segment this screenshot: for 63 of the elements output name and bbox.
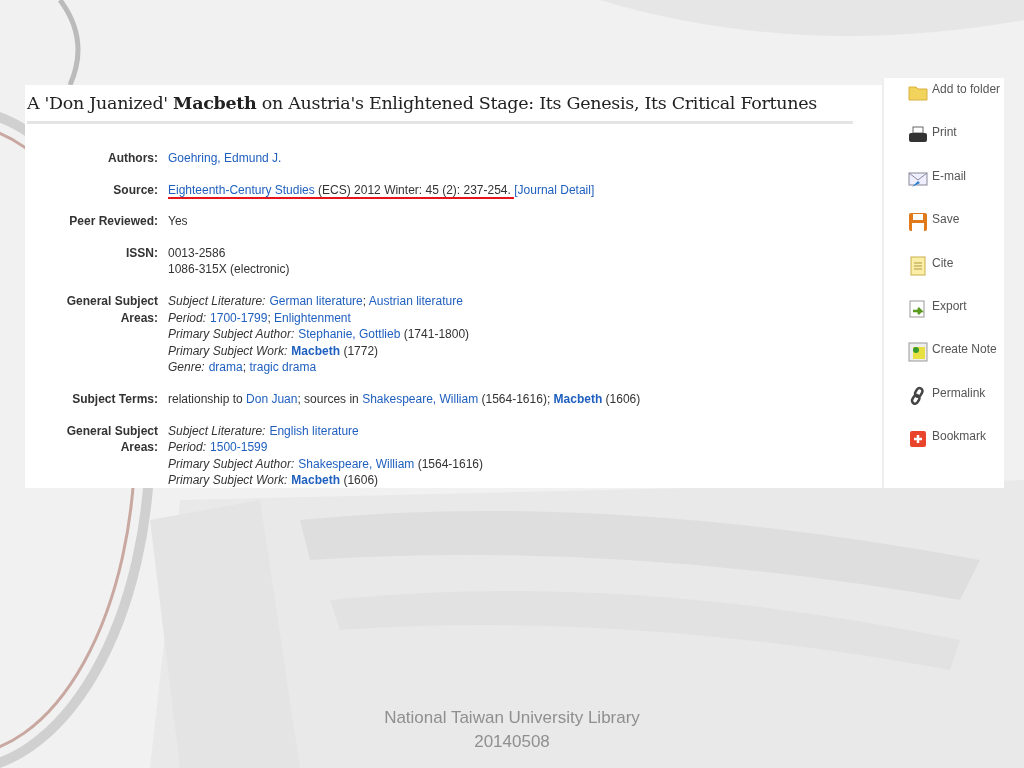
field-label: Peer Reviewed: bbox=[68, 213, 158, 230]
link[interactable]: [Journal Detail] bbox=[514, 182, 595, 197]
link[interactable]: Eighteenth-Century Studies bbox=[168, 182, 315, 197]
subfield-label: Primary Subject Author: bbox=[168, 327, 295, 342]
field-value-text: Yes bbox=[168, 214, 188, 229]
field-value-text: ; bbox=[242, 360, 248, 375]
field-value-text: ; sources in bbox=[297, 391, 360, 406]
link[interactable]: Macbeth bbox=[553, 391, 603, 406]
subfield-label: Subject Literature: bbox=[168, 423, 266, 438]
note-icon bbox=[908, 342, 928, 363]
article-title: A 'Don Juanized' Macbeth on Austria's Enlightened Stage: Its Genesis, Its Critical Fortunes bbox=[27, 93, 853, 124]
field-value-text: (1564-1616) bbox=[416, 456, 484, 471]
tool-link[interactable]: E-mail bbox=[908, 168, 1004, 195]
tool-link[interactable]: Print bbox=[908, 125, 1004, 151]
link[interactable]: Goehring, Edmund J. bbox=[168, 151, 282, 165]
export-icon bbox=[908, 298, 928, 319]
field-value-text: ; bbox=[267, 310, 272, 325]
tool-link[interactable]: Add to folder bbox=[908, 82, 1004, 108]
footer-text: 20140508 bbox=[474, 731, 550, 753]
field-value-text: (1772) bbox=[342, 343, 379, 358]
tool-link[interactable]: Cite bbox=[908, 255, 1004, 281]
footer-text: National Taiwan University Library bbox=[384, 707, 640, 729]
tool-link[interactable]: Export bbox=[908, 298, 1004, 325]
field-value-text: relationship to bbox=[168, 391, 244, 406]
link[interactable]: 1500-1599 bbox=[210, 440, 268, 455]
field-value-text: 0013-2586 bbox=[168, 245, 226, 260]
field-value-text: ; bbox=[362, 293, 368, 308]
link[interactable]: Austrian literature bbox=[368, 293, 463, 308]
field-value-text: (1741-1800) bbox=[402, 327, 470, 342]
link[interactable]: German literature bbox=[269, 293, 363, 308]
field-label: Source: bbox=[112, 181, 158, 199]
link[interactable]: Shakespeare, William bbox=[362, 391, 479, 406]
tool-link[interactable]: Save bbox=[908, 212, 1004, 238]
subfield-label: Primary Subject Author: bbox=[168, 456, 295, 471]
field-value-text: (1606) bbox=[342, 473, 379, 488]
field-value-text: 1086-315X (electronic) bbox=[168, 262, 290, 277]
field-label: General Subject Areas: bbox=[65, 292, 158, 327]
field-value-text: (ECS) 2012 Winter: 45 (2): 237-254. bbox=[317, 182, 512, 197]
link[interactable]: Enlightenment bbox=[274, 310, 351, 325]
field-label: Authors: bbox=[107, 150, 158, 167]
subfield-label: Genre: bbox=[168, 360, 205, 375]
link[interactable]: tragic drama bbox=[249, 360, 317, 375]
subfield-label: Subject Literature: bbox=[168, 293, 266, 308]
subfield-label: Primary Subject Work: bbox=[168, 343, 288, 358]
link[interactable]: Macbeth bbox=[291, 343, 341, 358]
subfield-label: Period: bbox=[168, 310, 207, 325]
link[interactable]: Stephanie, Gottlieb bbox=[298, 327, 401, 342]
field-value-text: (1606) bbox=[604, 391, 641, 406]
link[interactable]: Shakespeare, William bbox=[298, 456, 415, 471]
field-label: ISSN: bbox=[125, 244, 158, 262]
link[interactable]: English literature bbox=[269, 423, 359, 438]
field-label: General Subject Areas: bbox=[65, 422, 158, 457]
document-icon bbox=[908, 255, 928, 276]
link[interactable]: Macbeth bbox=[291, 473, 341, 488]
field-value-text: (1564-1616); bbox=[480, 391, 552, 406]
link[interactable]: drama bbox=[208, 360, 243, 375]
tool-link[interactable]: Permalink bbox=[908, 385, 1004, 412]
tool-link[interactable]: Bookmark bbox=[908, 429, 1004, 455]
subfield-label: Period: bbox=[168, 440, 207, 455]
subfield-label: Primary Subject Work: bbox=[168, 473, 288, 488]
field-label: Subject Terms: bbox=[71, 390, 158, 408]
plus-icon bbox=[908, 429, 928, 450]
tool-link[interactable]: Create Note bbox=[908, 342, 1004, 368]
